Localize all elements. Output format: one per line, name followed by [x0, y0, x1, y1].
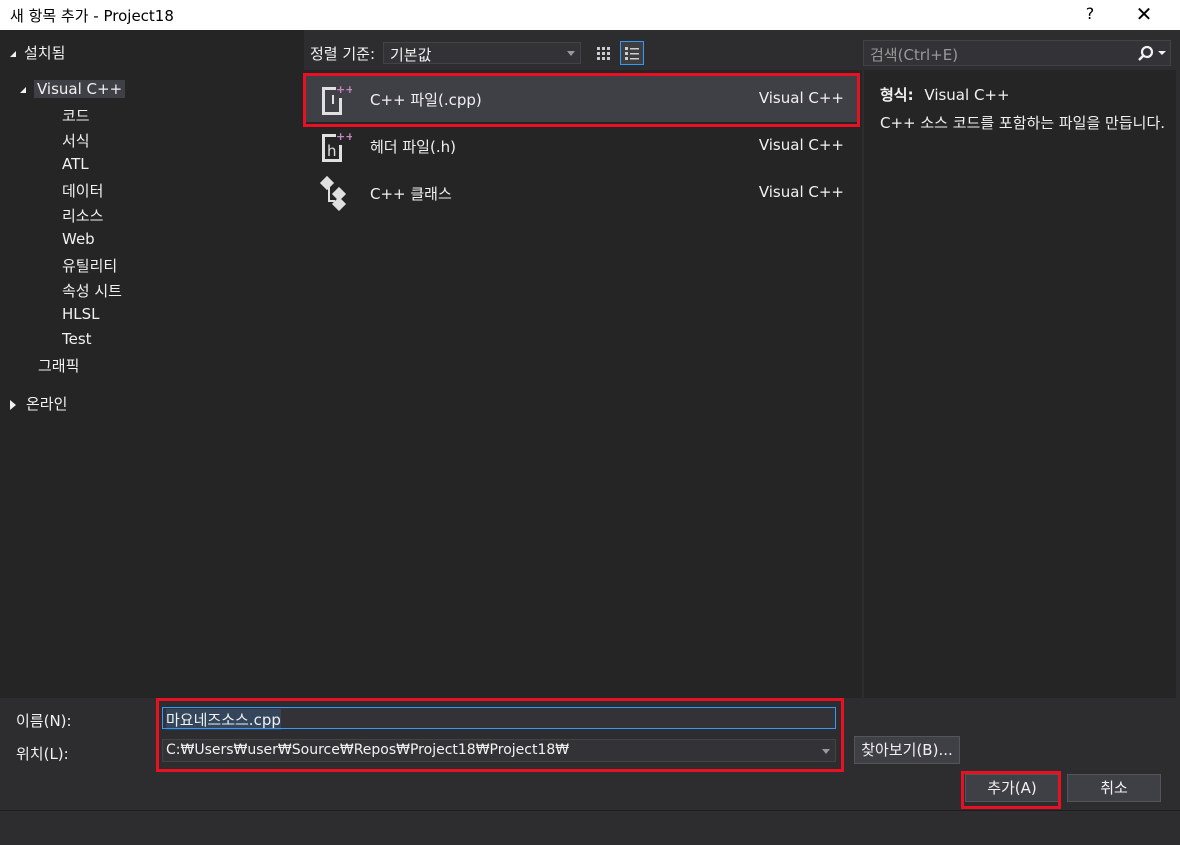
- bottom-form: 이름(N): 위치(L): 마요네즈소스.cpp C:₩Users₩user₩S…: [0, 698, 1180, 810]
- header-file-icon: ++ h: [322, 130, 352, 162]
- location-label: 위치(L):: [16, 745, 69, 763]
- list-item-header-file[interactable]: ++ h 헤더 파일(.h) Visual C++: [306, 123, 858, 169]
- grid-view-button[interactable]: [592, 42, 616, 66]
- name-label: 이름(N):: [16, 712, 72, 730]
- cpp-class-icon: [319, 175, 347, 211]
- window-title: 새 항목 추가 - Project18: [10, 7, 174, 25]
- list-item-cpp-file[interactable]: ++ C++ 파일(.cpp) Visual C++: [306, 76, 858, 122]
- item-type: Visual C++: [758, 136, 844, 154]
- name-field-value: 마요네즈소스.cpp: [166, 709, 281, 730]
- tree-item-visual-cpp[interactable]: Visual C++: [20, 80, 126, 98]
- item-name: C++ 클래스: [370, 185, 452, 203]
- sort-label: 정렬 기준:: [310, 45, 376, 63]
- sort-value: 기본값: [390, 46, 432, 64]
- help-button[interactable]: ?: [1080, 4, 1100, 23]
- tree-item-utility[interactable]: 유틸리티: [62, 255, 117, 276]
- search-icon: [1138, 45, 1154, 61]
- item-type: Visual C++: [758, 183, 844, 201]
- expanded-triangle-icon: [10, 50, 16, 57]
- tree-item-graphics[interactable]: 그래픽: [38, 355, 79, 376]
- tree-item-test[interactable]: Test: [62, 330, 92, 348]
- chevron-down-icon: [822, 749, 830, 754]
- details-type-value: Visual C++: [924, 86, 1010, 104]
- sort-dropdown[interactable]: 기본값: [383, 42, 581, 64]
- cpp-file-icon: ++: [322, 83, 352, 115]
- close-button[interactable]: ✕: [1132, 2, 1156, 26]
- tree-label-installed: 설치됨: [24, 44, 66, 62]
- title-bar: 새 항목 추가 - Project18 ? ✕: [0, 0, 1180, 30]
- search-options-chevron-icon[interactable]: [1158, 51, 1166, 55]
- tree-item-online[interactable]: 온라인: [10, 393, 67, 414]
- details-pane: 형식: Visual C++ C++ 소스 코드를 포함하는 파일을 만듭니다.: [864, 70, 1180, 698]
- item-name: C++ 파일(.cpp): [370, 91, 482, 109]
- tree-item-hlsl[interactable]: HLSL: [62, 305, 100, 323]
- search-placeholder: 검색(Ctrl+E): [870, 46, 959, 64]
- item-type: Visual C++: [758, 89, 844, 107]
- svg-text:++: ++: [336, 83, 352, 96]
- chevron-down-icon: [567, 51, 575, 56]
- collapsed-triangle-icon: [10, 399, 16, 410]
- tree-item-format[interactable]: 서식: [62, 130, 90, 151]
- name-field[interactable]: 마요네즈소스.cpp: [162, 707, 836, 730]
- tree-item-installed[interactable]: 설치됨: [10, 42, 65, 63]
- tree-item-resource[interactable]: 리소스: [62, 205, 103, 226]
- details-type-label: 형식:: [880, 86, 914, 104]
- list-view-icon: [625, 47, 639, 60]
- list-view-button[interactable]: [620, 41, 644, 65]
- cancel-button[interactable]: 취소: [1067, 774, 1161, 802]
- svg-text:++: ++: [336, 130, 352, 143]
- grid-view-icon: [597, 47, 610, 60]
- add-button[interactable]: 추가(A): [965, 774, 1059, 802]
- details-scrollbar[interactable]: [1176, 70, 1180, 698]
- expanded-triangle-icon: [20, 86, 26, 93]
- template-tree: 설치됨 Visual C++ 코드 서식 ATL 데이터 리소스 Web 유틸리…: [0, 30, 304, 698]
- search-input[interactable]: 검색(Ctrl+E): [863, 40, 1171, 66]
- location-combo[interactable]: C:₩Users₩user₩Source₩Repos₩Project18₩Pro…: [162, 739, 836, 762]
- location-value: C:₩Users₩user₩Source₩Repos₩Project18₩Pro…: [166, 742, 570, 758]
- list-item-cpp-class[interactable]: C++ 클래스 Visual C++: [306, 170, 858, 216]
- item-name: 헤더 파일(.h): [370, 138, 456, 156]
- tree-item-atl[interactable]: ATL: [62, 155, 89, 173]
- tree-label-online: 온라인: [26, 395, 68, 413]
- tree-label-visual-cpp: Visual C++: [34, 80, 126, 98]
- tree-item-data[interactable]: 데이터: [62, 180, 103, 201]
- tree-item-code[interactable]: 코드: [62, 105, 90, 126]
- svg-text:h: h: [327, 142, 337, 160]
- details-description: C++ 소스 코드를 포함하는 파일을 만듭니다.: [880, 114, 1166, 132]
- browse-button[interactable]: 찾아보기(B)...: [854, 736, 960, 764]
- details-type: 형식: Visual C++: [880, 84, 1010, 105]
- tree-item-property-sheet[interactable]: 속성 시트: [62, 280, 122, 301]
- dialog-footer: [0, 810, 1180, 845]
- tree-item-web[interactable]: Web: [62, 230, 95, 248]
